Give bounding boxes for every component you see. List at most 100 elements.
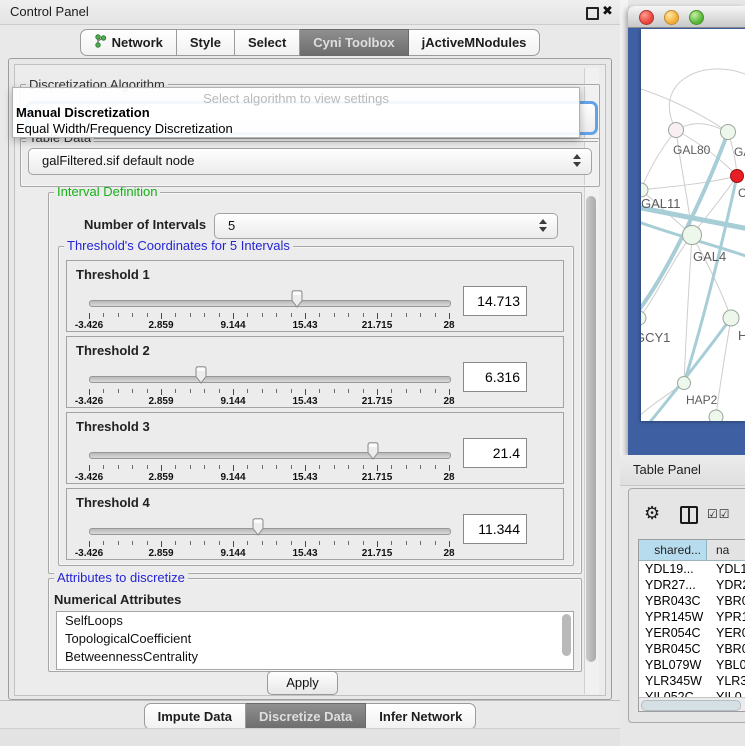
tab-cyni-toolbox[interactable]: Cyni Toolbox (300, 29, 408, 56)
slider-thumb[interactable] (250, 518, 266, 537)
slider-thumb[interactable] (289, 290, 305, 309)
network-node[interactable] (683, 226, 702, 245)
tick-mark (377, 541, 378, 547)
table-row[interactable]: YDL19...YDL1 (639, 561, 745, 577)
cell-name[interactable]: YBR0 (707, 593, 745, 609)
table-row[interactable]: YPR145WYPR1 (639, 609, 745, 625)
network-node[interactable] (731, 170, 744, 183)
cell-shared-name[interactable]: YBL079W (639, 657, 707, 673)
column-header-name[interactable]: na (707, 540, 745, 560)
number-of-intervals-combo[interactable]: 5 (214, 213, 558, 239)
network-window-titlebar (628, 6, 745, 28)
tab-style[interactable]: Style (177, 29, 235, 56)
zoom-traffic-light-icon[interactable] (689, 10, 704, 25)
table-row[interactable]: YLR345WYLR3 (639, 673, 745, 689)
table-data-combo[interactable]: galFiltered.sif default node (28, 148, 592, 175)
tick-label: -3.426 (75, 472, 103, 483)
panel-scrollbar-thumb[interactable] (586, 196, 596, 662)
close-traffic-light-icon[interactable] (639, 10, 654, 25)
network-node[interactable] (723, 310, 739, 326)
tick-mark (219, 313, 220, 317)
slider-track[interactable] (89, 452, 451, 459)
cell-shared-name[interactable]: YDR27... (639, 577, 707, 593)
table-row[interactable]: YDR27...YDR2 (639, 577, 745, 593)
minimize-traffic-light-icon[interactable] (664, 10, 679, 25)
tab-jactivemnodules[interactable]: jActiveMNodules (409, 29, 541, 56)
cell-shared-name[interactable]: YBR045C (639, 641, 707, 657)
table-row[interactable]: YBR045CYBR0 (639, 641, 745, 657)
tab-infer-network[interactable]: Infer Network (366, 703, 476, 730)
cell-name[interactable]: YER0 (707, 625, 745, 641)
tab-discretize-data[interactable]: Discretize Data (246, 703, 366, 730)
bottom-tab-bar: Impute Data Discretize Data Infer Network (0, 703, 620, 728)
cell-shared-name[interactable]: YLR345W (639, 673, 707, 689)
columns-icon[interactable] (680, 506, 698, 524)
cell-name[interactable]: YLR3 (707, 673, 745, 689)
panel-title: Control Panel (10, 4, 89, 19)
network-node[interactable] (641, 311, 646, 325)
cell-name[interactable]: YDL1 (707, 561, 745, 577)
cell-shared-name[interactable]: YER054C (639, 625, 707, 641)
slider-track[interactable] (89, 528, 451, 535)
network-canvas[interactable]: GAL80GACGAL11GAL4GCY1HHAP2 (641, 29, 745, 421)
top-tab-bar: NetworkStyleSelectCyni ToolboxjActiveMNo… (0, 29, 620, 56)
network-node[interactable] (669, 123, 684, 138)
cell-name[interactable]: YDR2 (707, 577, 745, 593)
tick-mark (262, 541, 263, 545)
table-row[interactable]: YBR043CYBR0 (639, 593, 745, 609)
attribute-item[interactable]: SelfLoops (57, 612, 573, 630)
threshold-value-field[interactable]: 6.316 (463, 362, 527, 392)
tick-mark (377, 465, 378, 471)
cell-name[interactable]: YBR0 (707, 641, 745, 657)
tick-mark (291, 465, 292, 469)
slider-track[interactable] (89, 300, 451, 307)
tick-label: 15.43 (292, 320, 317, 331)
tick-mark (175, 389, 176, 393)
network-node[interactable] (709, 410, 723, 421)
tab-select[interactable]: Select (235, 29, 300, 56)
attribute-item[interactable]: BetweennessCentrality (57, 648, 573, 666)
attribute-item[interactable]: TopologicalCoefficient (57, 630, 573, 648)
tick-mark (377, 389, 378, 395)
cell-shared-name[interactable]: YBR043C (639, 593, 707, 609)
table-hscrollbar[interactable] (639, 697, 745, 711)
tick-label: -3.426 (75, 320, 103, 331)
tick-label: 15.43 (292, 548, 317, 559)
close-icon[interactable]: ✖ (602, 3, 613, 19)
table-row[interactable]: YER054CYER0 (639, 625, 745, 641)
column-header-shared-name[interactable]: shared... (639, 540, 707, 560)
slider-thumb[interactable] (365, 442, 381, 461)
panel-gap (620, 0, 628, 456)
network-node[interactable] (721, 125, 736, 140)
network-node[interactable] (678, 377, 691, 390)
cell-shared-name[interactable]: YDL19... (639, 561, 707, 577)
tick-mark (161, 541, 162, 547)
checkboxes-icon[interactable]: ☑☑ (707, 507, 731, 521)
cell-name[interactable]: YBL0 (707, 657, 745, 673)
tab-impute-data[interactable]: Impute Data (144, 703, 246, 730)
tick-mark (132, 313, 133, 317)
float-window-icon[interactable] (586, 7, 599, 20)
threshold-value-field[interactable]: 21.4 (463, 438, 527, 468)
table-hscrollbar-thumb[interactable] (641, 700, 741, 711)
threshold-value-field[interactable]: 14.713 (463, 286, 527, 316)
tab-label: Discretize Data (259, 709, 352, 724)
tab-network[interactable]: Network (80, 29, 177, 56)
cell-shared-name[interactable]: YPR145W (639, 609, 707, 625)
node-label: GAL80 (673, 143, 711, 157)
table-row[interactable]: YBL079WYBL0 (639, 657, 745, 673)
node-attribute-table[interactable]: shared...na YDL19...YDL1YDR27...YDR2YBR0… (638, 539, 745, 712)
tick-mark (247, 465, 248, 469)
algorithm-option[interactable]: Equal Width/Frequency Discretization (16, 121, 576, 136)
numerical-attributes-list[interactable]: SelfLoopsTopologicalCoefficientBetweenne… (56, 611, 574, 670)
tick-mark (247, 313, 248, 317)
apply-button[interactable]: Apply (267, 671, 338, 695)
algorithm-option[interactable]: Manual Discretization (16, 105, 576, 120)
list-scrollbar[interactable] (562, 614, 571, 656)
threshold-value-field[interactable]: 11.344 (463, 514, 527, 544)
tick-mark (89, 541, 90, 547)
slider-thumb[interactable] (193, 366, 209, 385)
gear-icon[interactable]: ⚙ (644, 504, 660, 522)
slider-track[interactable] (89, 376, 451, 383)
cell-name[interactable]: YPR1 (707, 609, 745, 625)
